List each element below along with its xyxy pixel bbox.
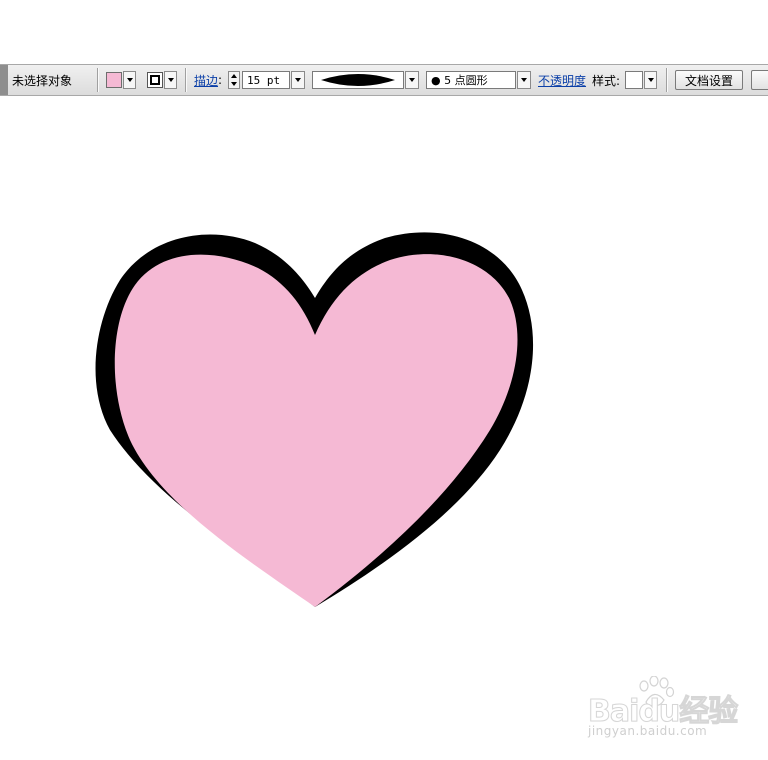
artboard-canvas[interactable] [0, 97, 768, 760]
toolbar-divider [666, 68, 668, 92]
style-control[interactable]: 样式: [592, 65, 658, 95]
opacity-link[interactable]: 不透明度 [538, 72, 586, 89]
stroke-weight-input[interactable]: 15 pt [242, 71, 290, 89]
spinner-up-icon[interactable] [231, 74, 237, 78]
brush-definition-text: ● 5 点圆形 [431, 74, 488, 87]
toolbar-divider [97, 68, 99, 92]
opacity-control[interactable]: 不透明度 [538, 65, 586, 95]
toolbar-grip-handle[interactable] [0, 65, 8, 95]
stroke-weight-value: 15 pt [247, 73, 281, 87]
stroke-color-control[interactable] [147, 65, 177, 95]
variable-width-profile-icon [321, 74, 395, 86]
baidu-watermark: Baidu经验 jingyan.baidu.com [587, 676, 739, 746]
graphic-style-swatch-icon[interactable] [625, 71, 644, 89]
fill-dropdown-arrow-icon[interactable] [123, 71, 136, 89]
stroke-weight-dropdown-icon[interactable] [291, 71, 305, 89]
top-blank-area [0, 0, 768, 64]
profile-preview[interactable] [312, 71, 404, 89]
document-setup-button[interactable]: 文档设置 [675, 70, 743, 90]
stroke-weight-control[interactable]: 15 pt [228, 65, 305, 95]
variable-width-profile-control[interactable] [312, 65, 419, 95]
brush-dropdown-icon[interactable] [517, 71, 531, 89]
selection-status-text: 未选择对象 [12, 73, 73, 88]
heart-artwork[interactable] [0, 97, 768, 760]
spinner-down-icon[interactable] [231, 82, 237, 86]
brush-definition-control[interactable]: ● 5 点圆形 [426, 65, 531, 95]
profile-dropdown-icon[interactable] [405, 71, 419, 89]
stroke-weight-spinner[interactable] [228, 71, 240, 89]
toolbar-divider [185, 68, 187, 92]
watermark-url: jingyan.baidu.com [588, 724, 708, 738]
document-setup-wrap[interactable]: 文档设置 [675, 65, 743, 95]
selection-status: 未选择对象 [12, 65, 72, 95]
control-toolbar: 未选择对象 描边: 15 pt ● 5 点圆形 不透明度 样式: 文档设置 [0, 64, 768, 96]
stroke-label[interactable]: 描边: [194, 65, 222, 95]
stroke-color-swatch-icon[interactable] [147, 72, 163, 88]
fill-color-control[interactable] [106, 65, 136, 95]
document-setup-label: 文档设置 [684, 73, 733, 88]
fill-color-swatch-icon[interactable] [106, 72, 122, 88]
overflow-button[interactable] [751, 70, 768, 90]
stroke-dropdown-arrow-icon[interactable] [164, 71, 177, 89]
next-button-wrap[interactable] [751, 65, 768, 95]
style-label: 样式: [592, 73, 621, 88]
stroke-link[interactable]: 描边 [194, 72, 218, 89]
brush-definition-field[interactable]: ● 5 点圆形 [426, 71, 516, 89]
stroke-colon: : [218, 73, 223, 87]
style-dropdown-icon[interactable] [644, 71, 658, 89]
